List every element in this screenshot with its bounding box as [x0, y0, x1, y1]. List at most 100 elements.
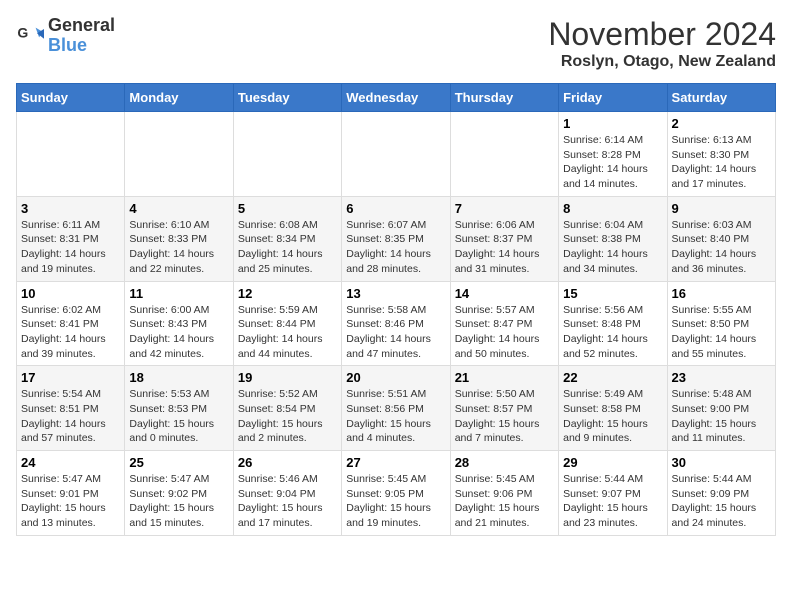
day-info: Sunrise: 5:52 AM Sunset: 8:54 PM Dayligh… — [238, 387, 337, 446]
calendar-cell — [17, 112, 125, 197]
calendar-cell: 15 Sunrise: 5:56 AM Sunset: 8:48 PM Dayli… — [559, 281, 667, 366]
day-number: 8 — [563, 201, 662, 216]
calendar-cell — [450, 112, 558, 197]
day-number: 7 — [455, 201, 554, 216]
day-info: Sunrise: 5:57 AM Sunset: 8:47 PM Dayligh… — [455, 303, 554, 362]
day-number: 25 — [129, 455, 228, 470]
day-info: Sunrise: 6:02 AM Sunset: 8:41 PM Dayligh… — [21, 303, 120, 362]
calendar-cell: 12 Sunrise: 5:59 AM Sunset: 8:44 PM Dayli… — [233, 281, 341, 366]
day-info: Sunrise: 6:14 AM Sunset: 8:28 PM Dayligh… — [563, 133, 662, 192]
day-info: Sunrise: 5:50 AM Sunset: 8:57 PM Dayligh… — [455, 387, 554, 446]
calendar-cell: 29 Sunrise: 5:44 AM Sunset: 9:07 PM Dayli… — [559, 451, 667, 536]
day-number: 1 — [563, 116, 662, 131]
svg-text:G: G — [17, 24, 28, 40]
calendar-header-row: SundayMondayTuesdayWednesdayThursdayFrid… — [17, 84, 776, 112]
day-info: Sunrise: 6:11 AM Sunset: 8:31 PM Dayligh… — [21, 218, 120, 277]
calendar-cell: 30Sunrise: 5:44 AM Sunset: 9:09 PM Dayli… — [667, 451, 775, 536]
calendar-cell: 25 Sunrise: 5:47 AM Sunset: 9:02 PM Dayli… — [125, 451, 233, 536]
calendar-cell: 3Sunrise: 6:11 AM Sunset: 8:31 PM Daylig… — [17, 196, 125, 281]
title-area: November 2024 Roslyn, Otago, New Zealand — [548, 16, 776, 71]
calendar-cell — [342, 112, 450, 197]
day-info: Sunrise: 6:07 AM Sunset: 8:35 PM Dayligh… — [346, 218, 445, 277]
calendar-cell: 21Sunrise: 5:50 AM Sunset: 8:57 PM Dayli… — [450, 366, 558, 451]
calendar-cell: 6 Sunrise: 6:07 AM Sunset: 8:35 PM Daylig… — [342, 196, 450, 281]
day-number: 4 — [129, 201, 228, 216]
logo: G General Blue — [16, 16, 115, 56]
column-header-sunday: Sunday — [17, 84, 125, 112]
calendar-cell: 2 Sunrise: 6:13 AM Sunset: 8:30 PM Daylig… — [667, 112, 775, 197]
day-info: Sunrise: 6:03 AM Sunset: 8:40 PM Dayligh… — [672, 218, 771, 277]
day-info: Sunrise: 5:44 AM Sunset: 9:07 PM Dayligh… — [563, 472, 662, 531]
calendar-cell: 24Sunrise: 5:47 AM Sunset: 9:01 PM Dayli… — [17, 451, 125, 536]
day-number: 17 — [21, 370, 120, 385]
day-number: 2 — [672, 116, 771, 131]
day-info: Sunrise: 5:44 AM Sunset: 9:09 PM Dayligh… — [672, 472, 771, 531]
calendar-week-3: 10Sunrise: 6:02 AM Sunset: 8:41 PM Dayli… — [17, 281, 776, 366]
day-info: Sunrise: 5:51 AM Sunset: 8:56 PM Dayligh… — [346, 387, 445, 446]
day-number: 26 — [238, 455, 337, 470]
calendar-cell: 9 Sunrise: 6:03 AM Sunset: 8:40 PM Daylig… — [667, 196, 775, 281]
calendar-cell: 19 Sunrise: 5:52 AM Sunset: 8:54 PM Dayli… — [233, 366, 341, 451]
calendar-cell: 16 Sunrise: 5:55 AM Sunset: 8:50 PM Dayli… — [667, 281, 775, 366]
day-number: 12 — [238, 286, 337, 301]
column-header-monday: Monday — [125, 84, 233, 112]
day-info: Sunrise: 5:55 AM Sunset: 8:50 PM Dayligh… — [672, 303, 771, 362]
day-number: 9 — [672, 201, 771, 216]
calendar-cell — [233, 112, 341, 197]
calendar-cell: 23 Sunrise: 5:48 AM Sunset: 9:00 PM Dayli… — [667, 366, 775, 451]
day-info: Sunrise: 6:04 AM Sunset: 8:38 PM Dayligh… — [563, 218, 662, 277]
day-number: 23 — [672, 370, 771, 385]
calendar-cell: 18 Sunrise: 5:53 AM Sunset: 8:53 PM Dayli… — [125, 366, 233, 451]
calendar-cell: 22 Sunrise: 5:49 AM Sunset: 8:58 PM Dayli… — [559, 366, 667, 451]
calendar-cell: 26 Sunrise: 5:46 AM Sunset: 9:04 PM Dayli… — [233, 451, 341, 536]
day-info: Sunrise: 5:47 AM Sunset: 9:02 PM Dayligh… — [129, 472, 228, 531]
logo-line1: General — [48, 16, 115, 36]
calendar-cell: 5Sunrise: 6:08 AM Sunset: 8:34 PM Daylig… — [233, 196, 341, 281]
day-number: 27 — [346, 455, 445, 470]
day-number: 19 — [238, 370, 337, 385]
day-number: 24 — [21, 455, 120, 470]
day-info: Sunrise: 5:53 AM Sunset: 8:53 PM Dayligh… — [129, 387, 228, 446]
day-number: 28 — [455, 455, 554, 470]
day-number: 20 — [346, 370, 445, 385]
day-info: Sunrise: 6:06 AM Sunset: 8:37 PM Dayligh… — [455, 218, 554, 277]
day-number: 6 — [346, 201, 445, 216]
day-number: 29 — [563, 455, 662, 470]
day-number: 16 — [672, 286, 771, 301]
day-info: Sunrise: 5:49 AM Sunset: 8:58 PM Dayligh… — [563, 387, 662, 446]
day-info: Sunrise: 5:56 AM Sunset: 8:48 PM Dayligh… — [563, 303, 662, 362]
day-info: Sunrise: 6:13 AM Sunset: 8:30 PM Dayligh… — [672, 133, 771, 192]
header: G General Blue November 2024 Roslyn, Ota… — [16, 16, 776, 71]
calendar-cell: 4Sunrise: 6:10 AM Sunset: 8:33 PM Daylig… — [125, 196, 233, 281]
day-info: Sunrise: 5:58 AM Sunset: 8:46 PM Dayligh… — [346, 303, 445, 362]
column-header-tuesday: Tuesday — [233, 84, 341, 112]
calendar-cell: 14Sunrise: 5:57 AM Sunset: 8:47 PM Dayli… — [450, 281, 558, 366]
day-info: Sunrise: 5:48 AM Sunset: 9:00 PM Dayligh… — [672, 387, 771, 446]
calendar-cell: 27 Sunrise: 5:45 AM Sunset: 9:05 PM Dayli… — [342, 451, 450, 536]
calendar-cell: 17 Sunrise: 5:54 AM Sunset: 8:51 PM Dayli… — [17, 366, 125, 451]
day-number: 5 — [238, 201, 337, 216]
calendar-cell: 1 Sunrise: 6:14 AM Sunset: 8:28 PM Daylig… — [559, 112, 667, 197]
column-header-saturday: Saturday — [667, 84, 775, 112]
calendar-week-2: 3Sunrise: 6:11 AM Sunset: 8:31 PM Daylig… — [17, 196, 776, 281]
calendar-week-1: 1 Sunrise: 6:14 AM Sunset: 8:28 PM Daylig… — [17, 112, 776, 197]
day-info: Sunrise: 5:54 AM Sunset: 8:51 PM Dayligh… — [21, 387, 120, 446]
day-info: Sunrise: 5:59 AM Sunset: 8:44 PM Dayligh… — [238, 303, 337, 362]
column-header-friday: Friday — [559, 84, 667, 112]
calendar-cell: 13Sunrise: 5:58 AM Sunset: 8:46 PM Dayli… — [342, 281, 450, 366]
logo-icon: G — [16, 22, 44, 50]
day-number: 18 — [129, 370, 228, 385]
location-title: Roslyn, Otago, New Zealand — [548, 53, 776, 71]
calendar-week-4: 17 Sunrise: 5:54 AM Sunset: 8:51 PM Dayli… — [17, 366, 776, 451]
day-info: Sunrise: 5:46 AM Sunset: 9:04 PM Dayligh… — [238, 472, 337, 531]
calendar-cell: 8 Sunrise: 6:04 AM Sunset: 8:38 PM Daylig… — [559, 196, 667, 281]
calendar-cell: 10Sunrise: 6:02 AM Sunset: 8:41 PM Dayli… — [17, 281, 125, 366]
column-header-wednesday: Wednesday — [342, 84, 450, 112]
day-info: Sunrise: 5:45 AM Sunset: 9:05 PM Dayligh… — [346, 472, 445, 531]
day-number: 22 — [563, 370, 662, 385]
column-header-thursday: Thursday — [450, 84, 558, 112]
day-number: 15 — [563, 286, 662, 301]
calendar-cell — [125, 112, 233, 197]
logo-line2: Blue — [48, 36, 115, 56]
calendar: SundayMondayTuesdayWednesdayThursdayFrid… — [16, 83, 776, 536]
